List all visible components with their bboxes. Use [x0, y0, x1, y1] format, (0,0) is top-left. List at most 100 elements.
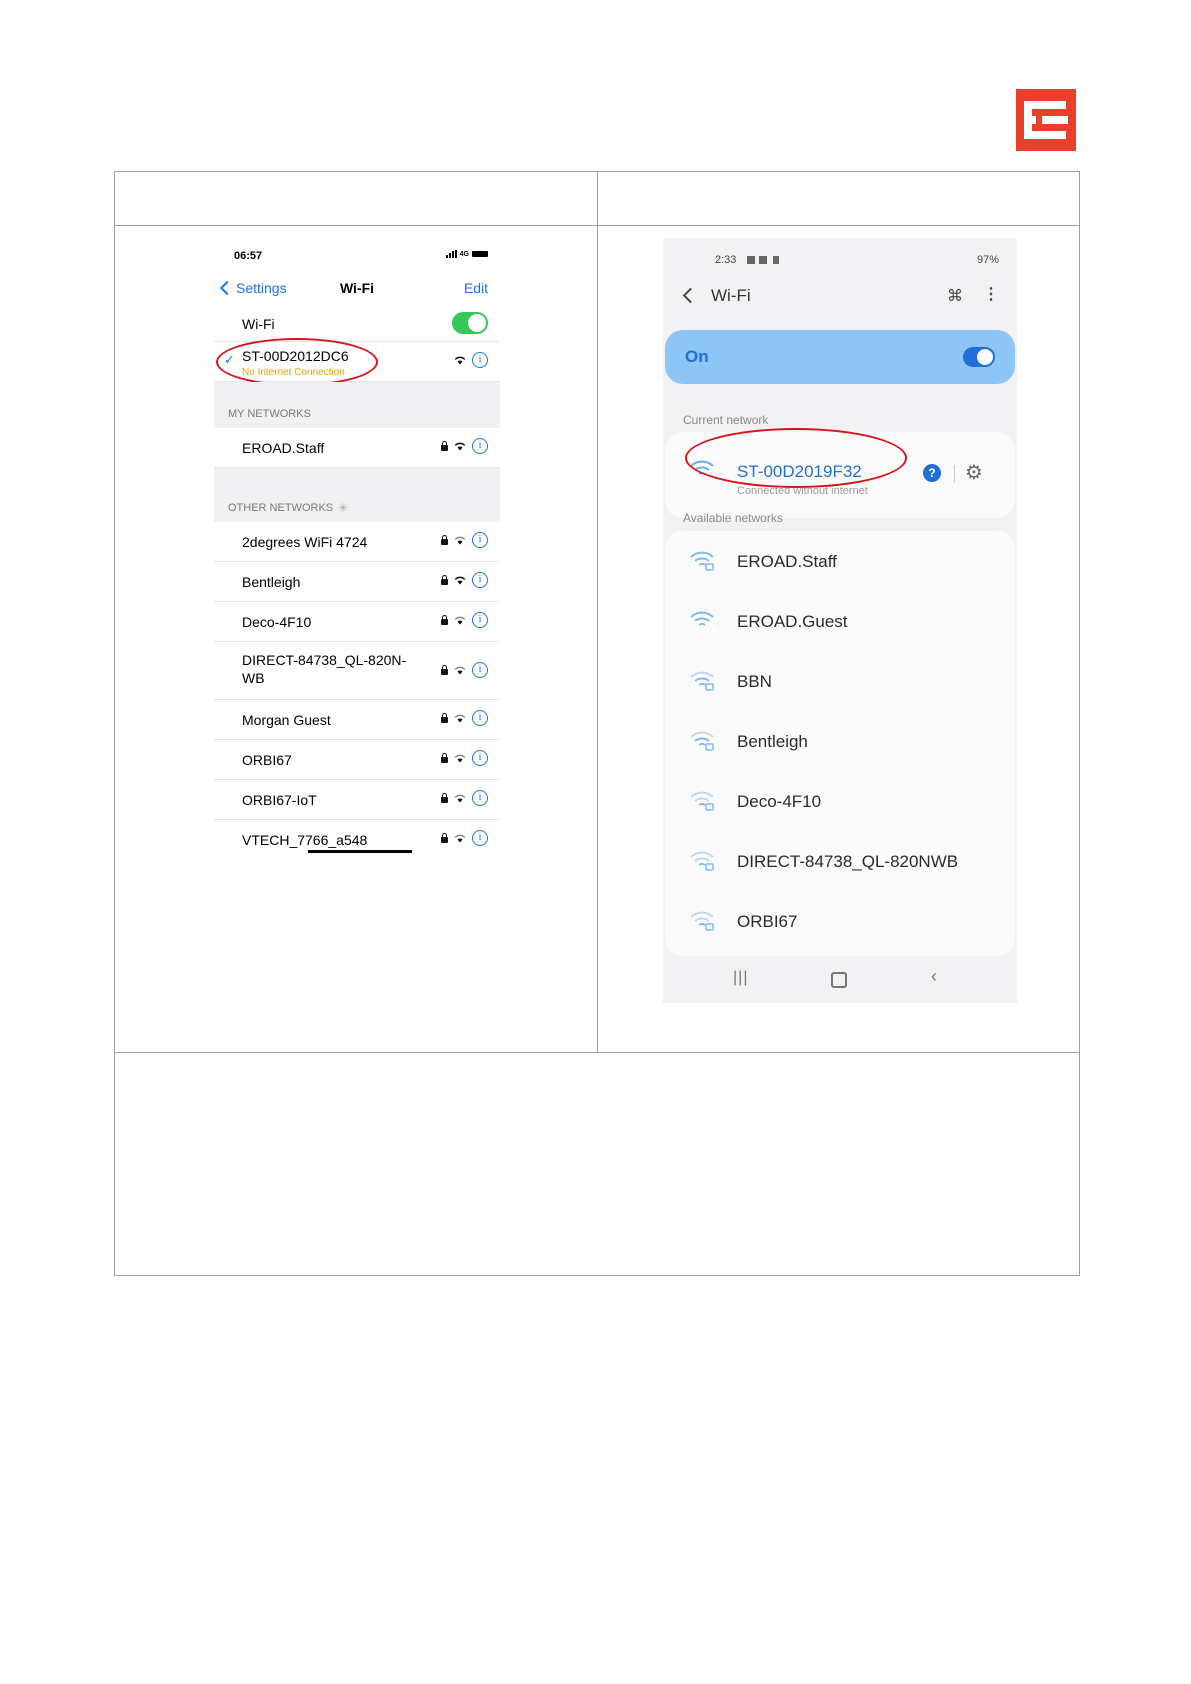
wifi-lock-icon: [690, 551, 714, 571]
wifi-lock-icon: [690, 791, 714, 811]
network-name: ORBI67: [737, 912, 798, 931]
gear-icon[interactable]: ⚙: [965, 460, 983, 485]
available-networks-label: Available networks: [683, 511, 783, 525]
info-icon[interactable]: i: [472, 790, 488, 806]
network-row[interactable]: ORBI67: [665, 893, 1015, 953]
network-row[interactable]: Morgan Guest i: [214, 700, 500, 740]
ios-wifi-screenshot: 06:57 4G Settings Wi-Fi Edit Wi-Fi ✓ ST-…: [214, 238, 500, 854]
wifi-on-card[interactable]: On: [665, 330, 1015, 384]
back-nav-icon[interactable]: ‹: [931, 966, 937, 987]
divider: [954, 465, 955, 483]
network-row[interactable]: 2degrees WiFi 4724 i: [214, 522, 500, 562]
android-wifi-screenshot: 2:33 97% Wi-Fi ⌘ ⋮ On Current network ST…: [663, 238, 1017, 1003]
back-arrow-icon[interactable]: [682, 287, 699, 304]
lock-icon: [441, 574, 448, 585]
info-icon[interactable]: i: [472, 830, 488, 846]
network-name: ORBI67: [242, 752, 292, 768]
ios-status-icons: 4G: [445, 250, 488, 258]
lock-icon: [441, 534, 448, 545]
row-icons: i: [441, 438, 488, 454]
recent-apps-icon[interactable]: |||: [733, 969, 748, 987]
qr-scan-icon[interactable]: ⌘: [947, 286, 963, 306]
row-icons: i: [441, 532, 488, 548]
network-row-eroad-staff[interactable]: EROAD.Staff i: [214, 428, 500, 468]
info-icon[interactable]: i: [472, 662, 488, 678]
android-nav-bar: ||| ‹: [663, 955, 1017, 1003]
wifi-toggle[interactable]: [452, 312, 488, 334]
wifi-toggle[interactable]: [963, 347, 995, 367]
ios-status-bar: 06:57 4G: [214, 238, 500, 268]
battery-icon: [472, 251, 488, 257]
info-icon[interactable]: i: [472, 572, 488, 588]
lock-icon: [441, 614, 448, 625]
network-row[interactable]: BBN: [665, 653, 1015, 713]
eroad-logo: [1016, 89, 1076, 151]
network-row[interactable]: EROAD.Guest: [665, 593, 1015, 653]
wifi-label: Wi-Fi: [242, 316, 275, 332]
help-icon[interactable]: ?: [923, 464, 941, 482]
wifi-lock-icon: [690, 731, 714, 751]
info-icon[interactable]: i: [472, 612, 488, 628]
wifi-signal-icon: [454, 834, 466, 843]
row-icons: i: [441, 662, 488, 678]
network-row[interactable]: ORBI67-IoT i: [214, 780, 500, 820]
table-column-divider: [597, 172, 598, 1053]
network-name: DIRECT-84738_QL-820NWB: [737, 852, 959, 871]
info-icon[interactable]: i: [472, 352, 488, 368]
wifi-signal-icon: [454, 442, 466, 451]
network-name: EROAD.Guest: [737, 612, 848, 631]
info-icon[interactable]: i: [472, 710, 488, 726]
redaction-underline: [308, 850, 412, 853]
network-row[interactable]: Bentleigh i: [214, 562, 500, 602]
ios-status-time: 06:57: [234, 250, 263, 262]
other-networks-header: OTHER NETWORKS: [228, 502, 334, 514]
network-name: ORBI67-IoT: [242, 792, 317, 808]
android-battery-level: 97%: [976, 254, 999, 266]
row-icons: i: [441, 612, 488, 628]
network-type: 4G: [459, 250, 469, 258]
network-name: DIRECT-84738_QL-820N-: [242, 652, 407, 668]
lock-icon: [441, 832, 448, 843]
more-options-icon[interactable]: ⋮: [983, 284, 999, 304]
network-name: Bentleigh: [242, 574, 301, 590]
network-name: Bentleigh: [737, 732, 808, 751]
network-row[interactable]: VTECH_7766_a548 i: [214, 820, 500, 854]
network-name: EROAD.Staff: [737, 552, 837, 571]
info-icon[interactable]: i: [472, 750, 488, 766]
info-icon[interactable]: i: [472, 532, 488, 548]
available-networks-card: EROAD.Staff EROAD.Guest BBN Bentleigh De…: [665, 531, 1015, 956]
network-name: VTECH_7766_a548: [242, 832, 368, 848]
network-row[interactable]: DIRECT-84738_QL-820NWB: [665, 833, 1015, 893]
edit-button[interactable]: Edit: [464, 280, 488, 296]
wifi-lock-icon: [690, 911, 714, 931]
row-icons: i: [441, 790, 488, 806]
network-name: Deco-4F10: [242, 614, 312, 630]
network-row[interactable]: Deco-4F10: [665, 773, 1015, 833]
loading-spinner-icon: ✳: [338, 501, 349, 515]
network-row[interactable]: DIRECT-84738_QL-820N- WB i: [214, 642, 500, 700]
network-row[interactable]: EROAD.Staff: [665, 533, 1015, 593]
row-icons: i: [441, 572, 488, 588]
ios-nav-bar: Settings Wi-Fi Edit: [214, 270, 500, 306]
wifi-signal-icon: [690, 611, 714, 626]
wifi-signal-icon: [454, 714, 466, 723]
network-name: BBN: [737, 672, 772, 691]
lock-icon: [441, 664, 448, 675]
lock-icon: [441, 440, 448, 451]
upload-notification-icon: [773, 256, 779, 264]
row-icons: i: [454, 352, 488, 368]
wifi-signal-icon: [454, 666, 466, 675]
wifi-on-label: On: [685, 347, 709, 366]
my-networks-header: MY NETWORKS: [228, 408, 311, 420]
page-title: Wi-Fi: [339, 280, 375, 296]
wifi-signal-icon: [454, 754, 466, 763]
network-row[interactable]: Deco-4F10 i: [214, 602, 500, 642]
home-icon[interactable]: [831, 972, 847, 988]
wifi-signal-icon: [454, 576, 466, 585]
wifi-signal-icon: [454, 536, 466, 545]
network-row[interactable]: ORBI67 i: [214, 740, 500, 780]
info-icon[interactable]: i: [472, 438, 488, 454]
gallery-notification-icon: [747, 256, 755, 264]
network-row[interactable]: Bentleigh: [665, 713, 1015, 773]
lock-icon: [441, 712, 448, 723]
